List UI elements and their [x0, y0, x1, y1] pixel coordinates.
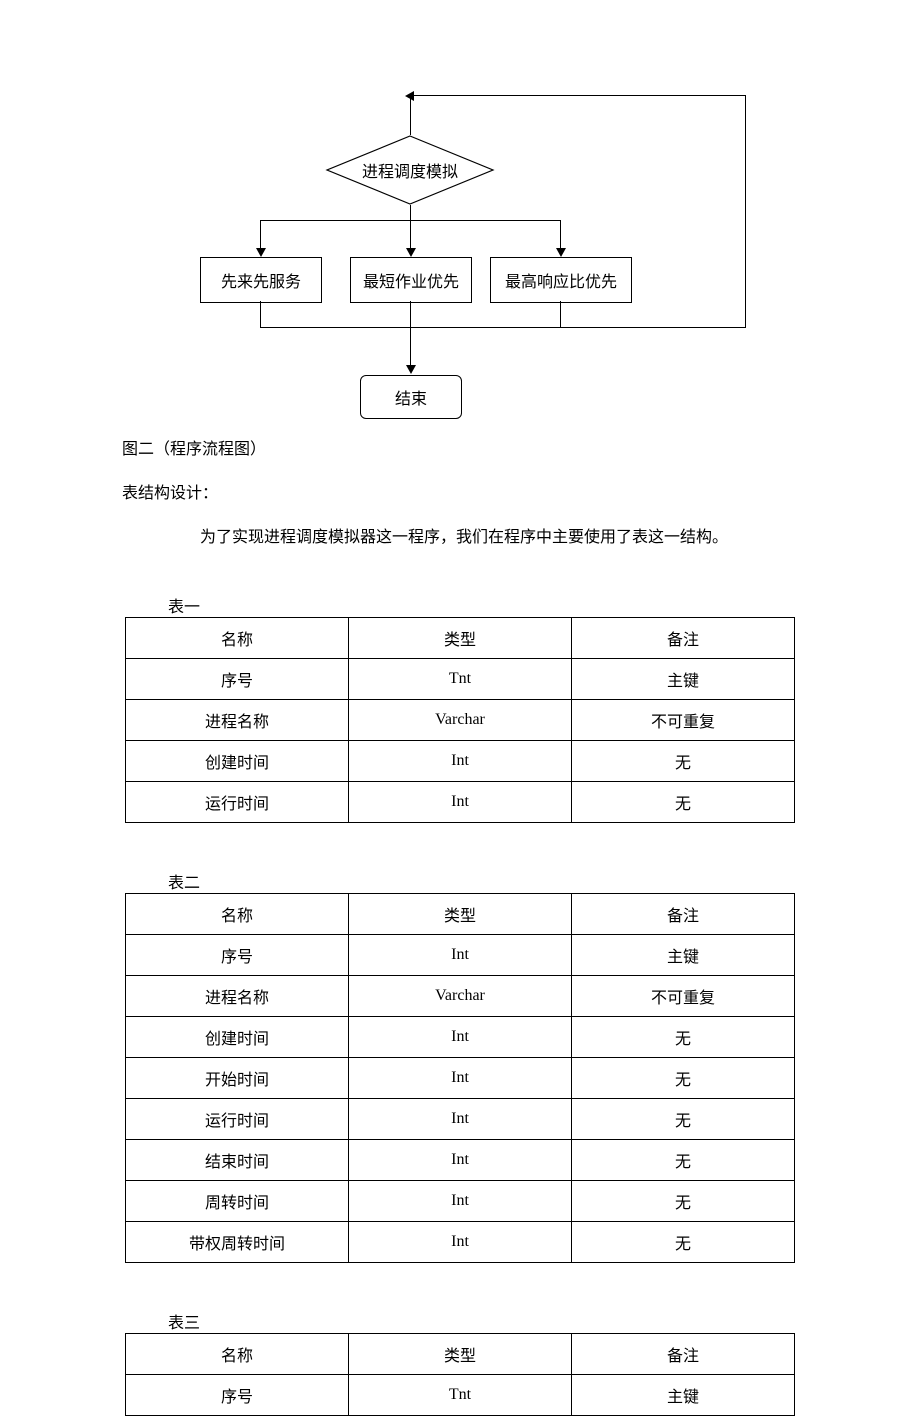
branch-label-2: 最短作业优先: [363, 268, 459, 292]
table-cell: 进程名称: [126, 700, 349, 741]
table-cell: 不可重复: [572, 976, 795, 1017]
table-cell: 进程名称: [126, 976, 349, 1017]
table-row: 名称类型备注: [126, 1334, 795, 1375]
table-cell: 名称: [126, 1334, 349, 1375]
table-cell: 无: [572, 1181, 795, 1222]
table-cell: Int: [349, 782, 572, 823]
branch-box-2: 最短作业优先: [350, 257, 472, 303]
branch-box-3: 最高响应比优先: [490, 257, 632, 303]
table-row: 名称类型备注: [126, 894, 795, 935]
table-cell: Int: [349, 1017, 572, 1058]
table-cell: 无: [572, 1140, 795, 1181]
branch-label-1: 先来先服务: [221, 268, 301, 292]
table-row: 序号Tnt主键: [126, 1375, 795, 1416]
table-cell: 无: [572, 1017, 795, 1058]
table-cell: Varchar: [349, 700, 572, 741]
data-table: 名称类型备注序号Tnt主键: [125, 1333, 795, 1416]
branch-label-3: 最高响应比优先: [505, 268, 617, 292]
table-cell: Int: [349, 1058, 572, 1099]
table-cell: Int: [349, 1140, 572, 1181]
table-row: 名称类型备注: [126, 618, 795, 659]
table-row: 序号Int主键: [126, 935, 795, 976]
table-cell: 主键: [572, 659, 795, 700]
table-cell: 无: [572, 782, 795, 823]
table-row: 创建时间Int无: [126, 1017, 795, 1058]
table-cell: 类型: [349, 618, 572, 659]
table-row: 开始时间Int无: [126, 1058, 795, 1099]
table-label: 表一: [168, 593, 920, 617]
paragraph: 为了实现进程调度模拟器这一程序，我们在程序中主要使用了表这一结构。: [200, 523, 920, 547]
table-label: 表三: [168, 1309, 920, 1333]
table-row: 运行时间Int无: [126, 1099, 795, 1140]
table-cell: Int: [349, 935, 572, 976]
table-cell: 序号: [126, 659, 349, 700]
branch-box-1: 先来先服务: [200, 257, 322, 303]
data-table: 名称类型备注序号Tnt主键进程名称Varchar不可重复创建时间Int无运行时间…: [125, 617, 795, 823]
decision-label: 进程调度模拟: [325, 140, 495, 200]
table-cell: 创建时间: [126, 741, 349, 782]
table-cell: 名称: [126, 894, 349, 935]
table-cell: Tnt: [349, 1375, 572, 1416]
table-cell: 开始时间: [126, 1058, 349, 1099]
table-label: 表二: [168, 869, 920, 893]
table-cell: 不可重复: [572, 700, 795, 741]
table-cell: 周转时间: [126, 1181, 349, 1222]
table-row: 创建时间Int无: [126, 741, 795, 782]
table-cell: Int: [349, 1099, 572, 1140]
table-cell: 备注: [572, 1334, 795, 1375]
flowchart-diagram: 进程调度模拟 先来先服务 最短作业优先 最高响应比优先 结束: [200, 85, 820, 425]
end-node: 结束: [360, 375, 462, 419]
table-cell: Int: [349, 1222, 572, 1263]
end-label: 结束: [395, 385, 427, 409]
table-cell: 无: [572, 741, 795, 782]
table-row: 进程名称Varchar不可重复: [126, 976, 795, 1017]
section-heading: 表结构设计：: [122, 479, 920, 503]
table-row: 结束时间Int无: [126, 1140, 795, 1181]
table-cell: 类型: [349, 894, 572, 935]
table-cell: 带权周转时间: [126, 1222, 349, 1263]
table-cell: 类型: [349, 1334, 572, 1375]
table-cell: 无: [572, 1058, 795, 1099]
table-cell: 主键: [572, 935, 795, 976]
table-cell: Tnt: [349, 659, 572, 700]
figure-caption: 图二（程序流程图）: [122, 435, 920, 459]
table-cell: Int: [349, 741, 572, 782]
data-table: 名称类型备注序号Int主键进程名称Varchar不可重复创建时间Int无开始时间…: [125, 893, 795, 1263]
table-cell: Varchar: [349, 976, 572, 1017]
table-row: 带权周转时间Int无: [126, 1222, 795, 1263]
table-cell: 序号: [126, 1375, 349, 1416]
table-row: 运行时间Int无: [126, 782, 795, 823]
table-cell: 无: [572, 1099, 795, 1140]
table-cell: 无: [572, 1222, 795, 1263]
decision-node: 进程调度模拟: [325, 135, 326, 136]
table-row: 周转时间Int无: [126, 1181, 795, 1222]
table-cell: 结束时间: [126, 1140, 349, 1181]
table-row: 进程名称Varchar不可重复: [126, 700, 795, 741]
table-cell: 创建时间: [126, 1017, 349, 1058]
table-cell: 备注: [572, 618, 795, 659]
table-cell: 运行时间: [126, 782, 349, 823]
table-cell: 主键: [572, 1375, 795, 1416]
table-cell: 名称: [126, 618, 349, 659]
table-cell: Int: [349, 1181, 572, 1222]
table-cell: 备注: [572, 894, 795, 935]
table-cell: 序号: [126, 935, 349, 976]
table-row: 序号Tnt主键: [126, 659, 795, 700]
table-cell: 运行时间: [126, 1099, 349, 1140]
